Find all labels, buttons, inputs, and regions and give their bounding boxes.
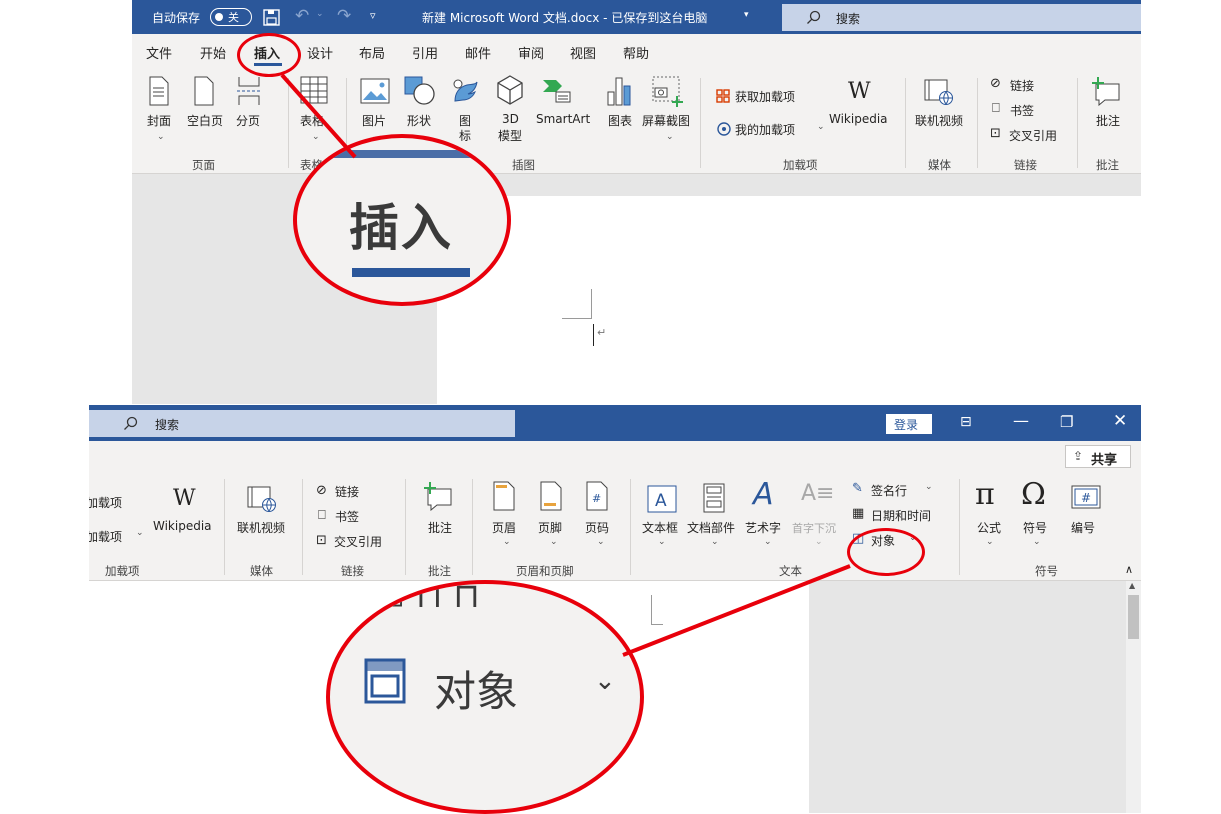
callout-line-bottom bbox=[622, 564, 851, 657]
